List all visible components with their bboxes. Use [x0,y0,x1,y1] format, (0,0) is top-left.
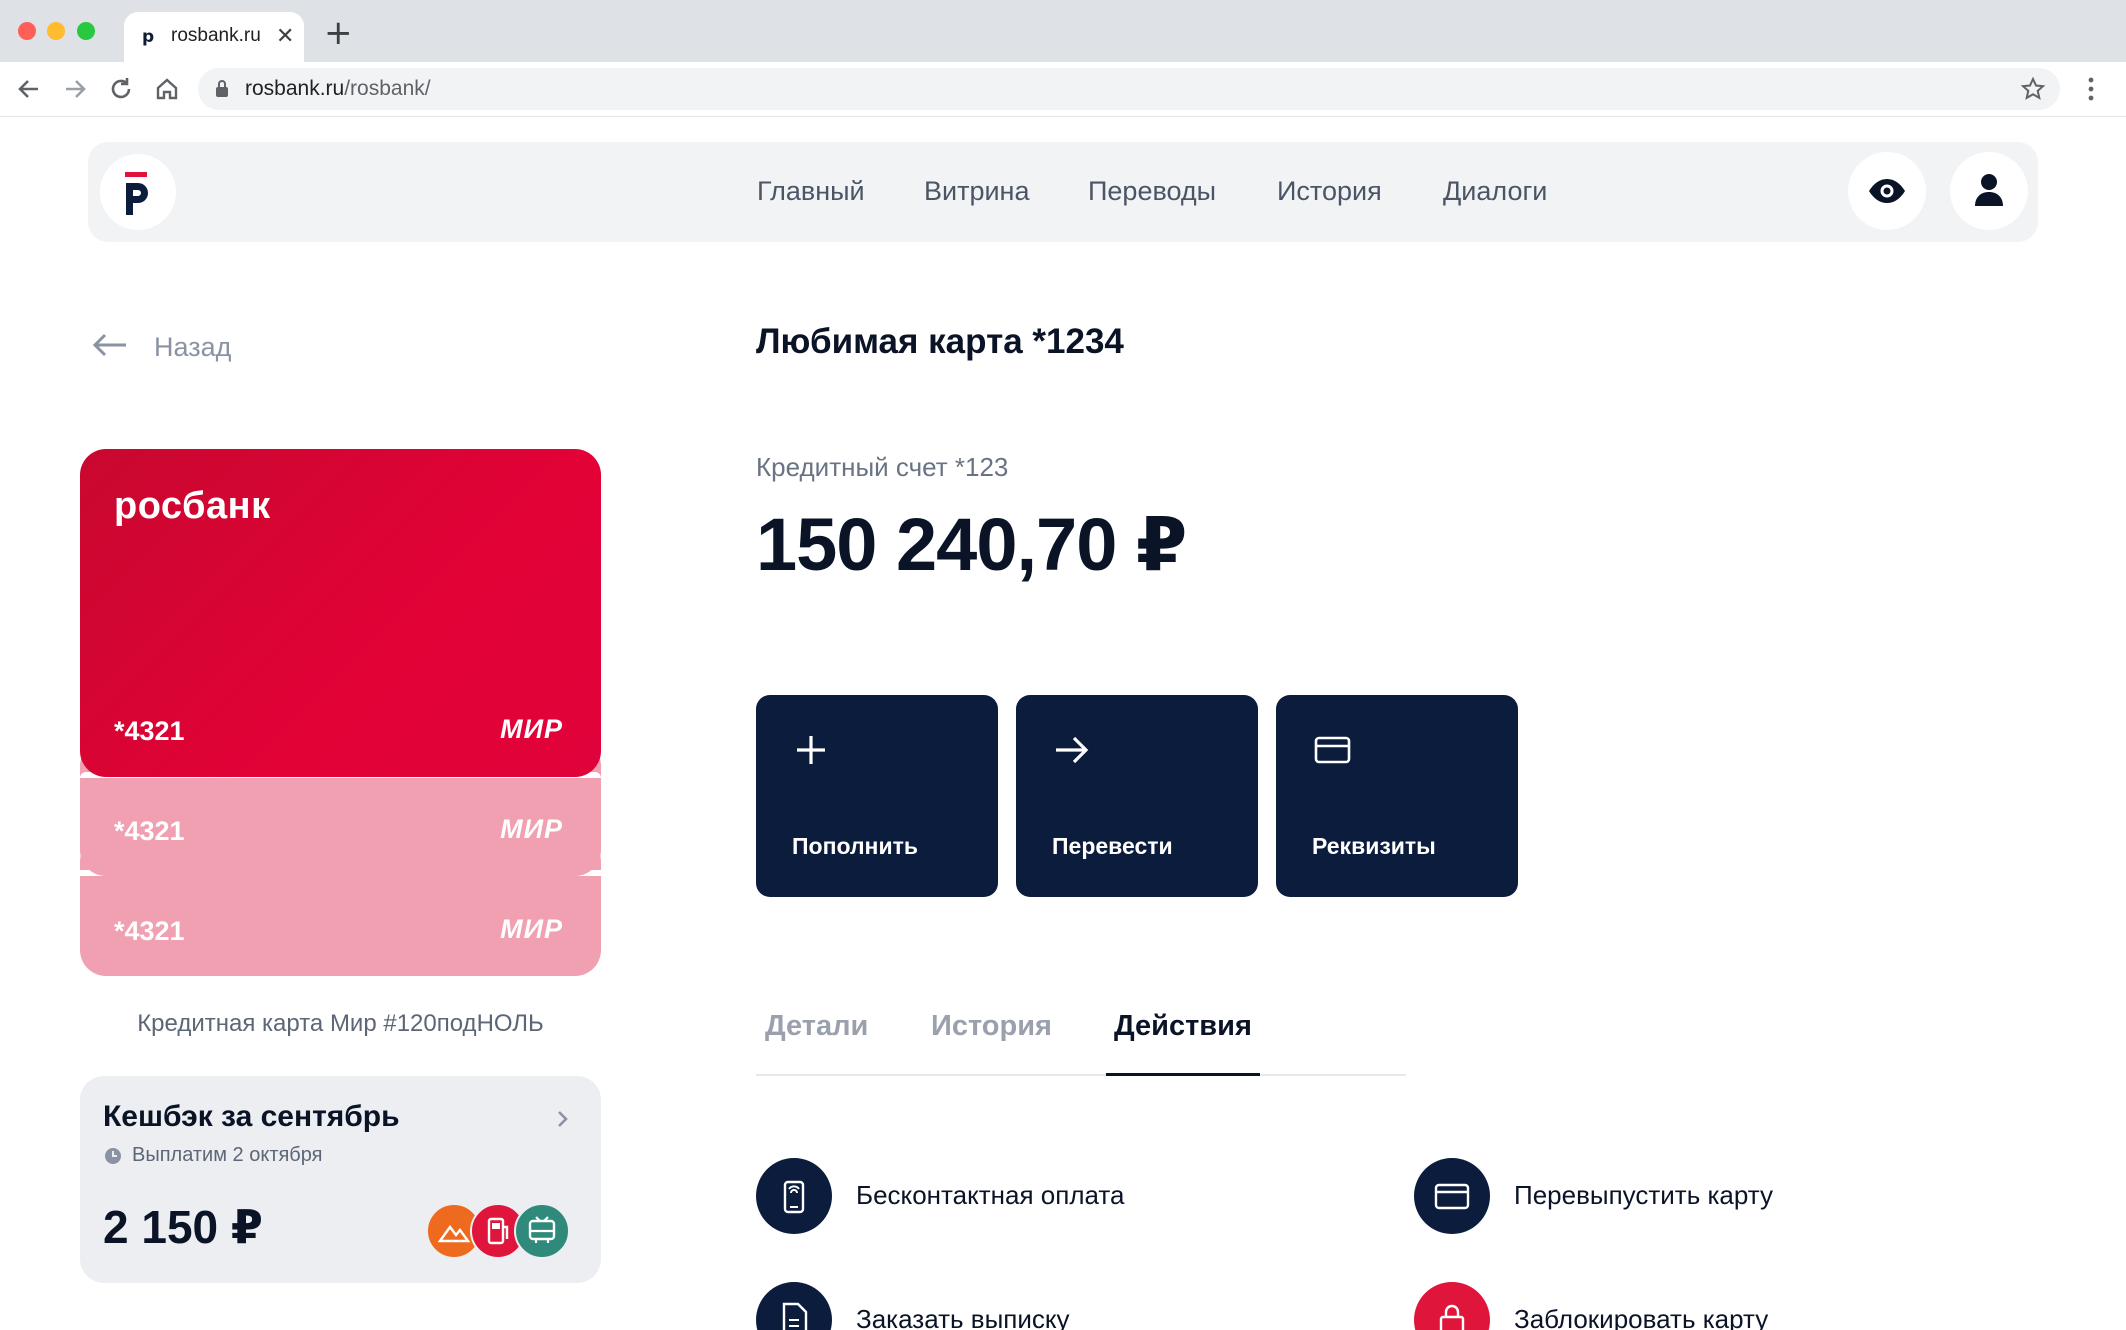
tabs-divider [756,1074,1406,1076]
back-arrow-icon[interactable] [10,70,48,108]
site-header: Главный Витрина Переводы История Диалоги [88,142,2038,242]
rosbank-logo[interactable] [100,154,176,230]
mir-logo: МИР [500,814,563,844]
tab-close-icon[interactable]: ✕ [276,23,294,49]
transfer-button[interactable]: Перевести [1016,695,1258,897]
browser-toolbar: rosbank.ru/rosbank/ [0,62,2126,117]
card-caption: Кредитная карта Мир #120подНОЛЬ [137,1010,544,1037]
window-close-dot[interactable] [18,22,36,40]
active-tab-indicator [1106,1073,1260,1076]
cashback-amount: 2 150 ₽ [103,1201,263,1253]
card-number: *4321 [114,716,185,746]
card-number: *4321 [114,816,185,846]
tab-details[interactable]: Детали [765,1010,868,1043]
operation-label: Заказать выписку [856,1304,1070,1330]
nav-main[interactable]: Главный [757,176,865,207]
rosbank-logo-icon [125,172,148,215]
new-tab-plus-icon[interactable]: + [324,16,353,50]
action-label: Реквизиты [1312,833,1436,859]
favicon-icon: р [142,27,155,47]
hide-balance-button[interactable] [1848,152,1926,230]
order-statement-item[interactable]: Заказать выписку [756,1282,1356,1330]
plus-icon [797,736,825,764]
lock-icon [214,79,230,104]
contactless-payment-item[interactable]: Бесконтактная оплата [756,1158,1356,1238]
card-icon [1414,1158,1490,1234]
reissue-card-item[interactable]: Перевыпустить карту [1414,1158,2014,1238]
account-balance: 150 240,70 ₽ [756,503,1187,586]
chevron-right-icon [558,1111,568,1127]
profile-button[interactable] [1950,152,2028,230]
back-arrow-icon [92,333,126,357]
tab-history[interactable]: История [931,1010,1052,1043]
document-icon [756,1282,832,1330]
card-front[interactable]: росбанк *4321 МИР [80,449,601,777]
card-icon [1314,736,1351,764]
bookmark-star-icon[interactable] [2020,76,2046,107]
address-bar[interactable]: rosbank.ru/rosbank/ [198,68,2060,110]
mir-logo: МИР [500,714,563,744]
browser-menu-icon[interactable] [2084,74,2098,109]
home-icon[interactable] [148,70,186,108]
browser-tab-bar: р rosbank.ru ✕ + [0,0,2126,62]
operation-label: Заблокировать карту [1514,1304,1769,1330]
operation-label: Перевыпустить карту [1514,1180,1773,1210]
back-label: Назад [154,332,232,362]
cashback-widget[interactable]: Кешбэк за сентябрь Выплатим 2 октября 2 … [80,1076,601,1283]
block-card-item[interactable]: Заблокировать карту [1414,1282,2014,1330]
nav-dialogs[interactable]: Диалоги [1443,176,1547,207]
lock-icon [1414,1282,1490,1330]
card-number: *4321 [114,916,185,946]
user-icon [1975,174,2003,206]
eye-icon [1869,179,1905,203]
cashback-title: Кешбэк за сентябрь [103,1100,400,1133]
top-up-button[interactable]: Пополнить [756,695,998,897]
forward-arrow-icon[interactable] [56,70,94,108]
action-label: Пополнить [792,833,918,859]
tab-actions[interactable]: Действия [1114,1010,1252,1043]
contactless-phone-icon [756,1158,832,1234]
page-title: Любимая карта *1234 [756,322,1124,361]
url-text: rosbank.ru/rosbank/ [245,77,431,100]
window-minimize-dot[interactable] [47,22,65,40]
nav-showcase[interactable]: Витрина [924,176,1029,207]
nav-transfers[interactable]: Переводы [1088,176,1216,207]
account-subtitle: Кредитный счет *123 [756,452,1009,482]
operation-label: Бесконтактная оплата [856,1180,1125,1210]
clock-icon [105,1148,121,1164]
nav-history[interactable]: История [1277,176,1382,207]
browser-tab[interactable]: р rosbank.ru ✕ [124,12,304,62]
tab-title: rosbank.ru [171,25,261,46]
category-bus-icon [514,1203,570,1259]
requisites-button[interactable]: Реквизиты [1276,695,1518,897]
mir-logo: МИР [500,914,563,944]
window-zoom-dot[interactable] [77,22,95,40]
action-label: Перевести [1052,833,1173,859]
reload-icon[interactable] [102,70,140,108]
cashback-payout: Выплатим 2 октября [132,1144,323,1166]
arrow-right-icon [1056,736,1089,764]
rosbank-card-brand: росбанк [114,485,271,527]
